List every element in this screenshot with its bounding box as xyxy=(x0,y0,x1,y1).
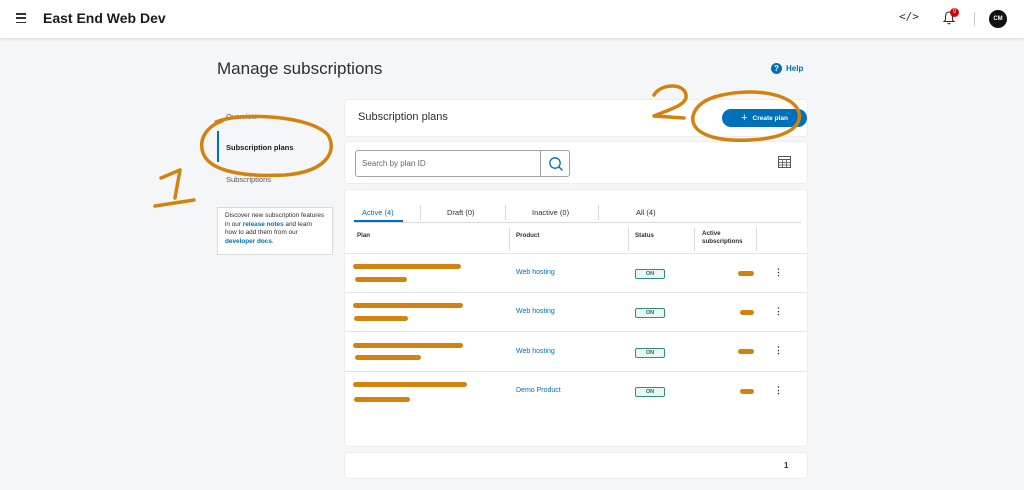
release-notes-link[interactable]: release notes xyxy=(243,221,284,228)
table-view-icon[interactable] xyxy=(778,156,791,168)
code-icon[interactable]: </> xyxy=(899,10,919,23)
tab-divider xyxy=(420,205,421,220)
column-divider xyxy=(694,228,695,251)
product-link[interactable]: Web hosting xyxy=(516,269,555,276)
column-divider xyxy=(628,228,629,251)
search-input[interactable] xyxy=(355,150,541,177)
search-icon xyxy=(549,157,563,171)
tab-inactive[interactable]: Inactive (0) xyxy=(532,208,569,217)
table-row[interactable]: Web hosting ON ⋮ xyxy=(345,253,807,292)
redaction-mark xyxy=(353,343,463,348)
notification-badge: 0 xyxy=(950,8,959,17)
product-link[interactable]: Demo Product xyxy=(516,387,561,394)
product-link[interactable]: Web hosting xyxy=(516,308,555,315)
column-header-plan[interactable]: Plan xyxy=(357,232,370,240)
redaction-mark xyxy=(353,303,463,308)
column-header-product[interactable]: Product xyxy=(516,232,539,240)
column-divider xyxy=(756,228,757,251)
more-actions-icon[interactable]: ⋮ xyxy=(774,345,783,356)
status-badge: ON xyxy=(635,348,665,358)
create-plan-button[interactable]: + Create plan xyxy=(722,109,807,127)
sidebar-active-indicator xyxy=(217,131,219,162)
more-actions-icon[interactable]: ⋮ xyxy=(774,306,783,317)
menu-icon[interactable] xyxy=(16,13,26,23)
more-actions-icon[interactable]: ⋮ xyxy=(774,267,783,278)
top-bar: East End Web Dev </> 0 CM xyxy=(0,0,1024,38)
column-header-active-subscriptions[interactable]: Active subscriptions xyxy=(702,230,754,245)
redaction-mark xyxy=(353,264,461,269)
help-label: Help xyxy=(786,64,804,73)
redaction-mark xyxy=(740,310,754,315)
redaction-mark xyxy=(353,382,467,387)
status-badge: ON xyxy=(635,387,665,397)
table-row[interactable]: Web hosting ON ⋮ xyxy=(345,331,807,370)
redaction-mark xyxy=(738,349,754,354)
status-tabs: Active (4) Draft (0) Inactive (0) All (4… xyxy=(354,205,801,223)
header-divider xyxy=(974,12,975,26)
app-title: East End Web Dev xyxy=(43,10,166,26)
page-number[interactable]: 1 xyxy=(784,461,788,470)
search-card xyxy=(345,142,807,183)
sidebar-item-overview[interactable]: Overview xyxy=(226,112,257,121)
help-icon: ? xyxy=(771,63,782,74)
page-title: Manage subscriptions xyxy=(217,59,383,78)
plans-header-card: Subscription plans + Create plan xyxy=(345,100,807,136)
tab-draft[interactable]: Draft (0) xyxy=(447,208,475,217)
info-box: Discover new subscription features in ou… xyxy=(217,207,333,255)
redaction-mark xyxy=(355,355,421,360)
tab-divider xyxy=(505,205,506,220)
tab-active-underline xyxy=(354,220,403,222)
annotation-number-1 xyxy=(153,168,196,208)
pagination-card: 1 xyxy=(345,453,807,478)
more-actions-icon[interactable]: ⋮ xyxy=(774,385,783,396)
help-link[interactable]: ? Help xyxy=(771,63,803,74)
table-row[interactable]: Web hosting ON ⋮ xyxy=(345,292,807,331)
tab-divider xyxy=(598,205,599,220)
plans-table-card: Active (4) Draft (0) Inactive (0) All (4… xyxy=(345,190,807,446)
search-button[interactable] xyxy=(540,150,570,177)
redaction-mark xyxy=(355,277,407,282)
status-badge: ON xyxy=(635,308,665,318)
tab-all[interactable]: All (4) xyxy=(636,208,656,217)
info-text: . xyxy=(271,237,274,245)
section-title: Subscription plans xyxy=(358,111,448,123)
tab-active[interactable]: Active (4) xyxy=(362,208,394,217)
column-header-status[interactable]: Status xyxy=(635,232,654,240)
avatar[interactable]: CM xyxy=(989,10,1007,28)
redaction-mark xyxy=(738,271,754,276)
redaction-mark xyxy=(354,397,410,402)
product-link[interactable]: Web hosting xyxy=(516,348,555,355)
plus-icon: + xyxy=(741,111,748,124)
sidebar-item-subscriptions[interactable]: Subscriptions xyxy=(226,175,271,184)
redaction-mark xyxy=(354,316,408,321)
status-badge: ON xyxy=(635,269,665,279)
sidebar-item-subscription-plans[interactable]: Subscription plans xyxy=(226,143,294,152)
table-row[interactable]: Demo Product ON ⋮ xyxy=(345,371,807,410)
redaction-mark xyxy=(740,389,754,394)
create-plan-label: Create plan xyxy=(752,114,788,122)
column-divider xyxy=(509,228,510,251)
developer-docs-link[interactable]: developer docs xyxy=(225,238,272,245)
